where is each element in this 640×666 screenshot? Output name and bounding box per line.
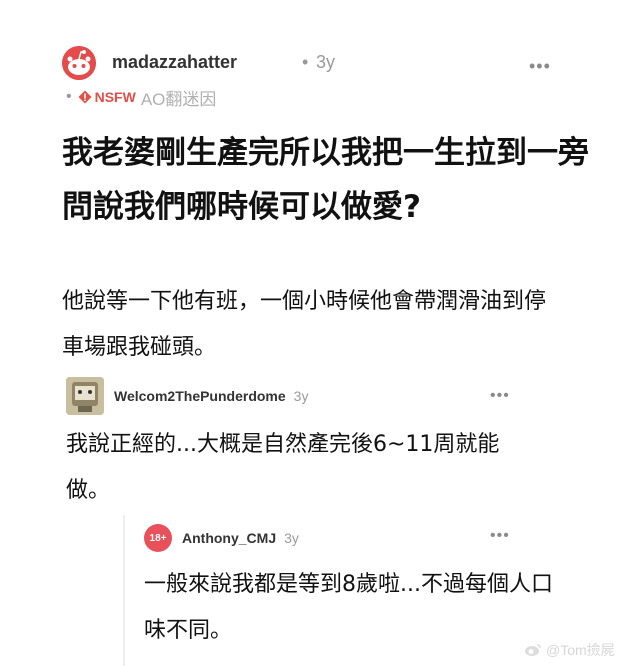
separator-dot: • xyxy=(302,52,309,72)
comment-body-1: 我說正經的...大概是自然產完後6~11周就能做。 xyxy=(66,432,500,503)
post-body-text: 他說等一下他有班，一個小時候他會帶潤滑油到停車場跟我碰頭。 xyxy=(62,289,547,360)
reddit-snoo-icon xyxy=(62,46,96,80)
comment-timestamp: 3y xyxy=(293,388,309,404)
user-avatar-icon xyxy=(66,377,104,415)
post-title: 我老婆剛生產完所以我把一生拉到一旁問說我們哪時候可以做愛? xyxy=(62,135,589,225)
comment-timestamp: 3y xyxy=(284,530,299,546)
watermark-text: @Tom撿屍 xyxy=(546,642,615,658)
op-avatar[interactable] xyxy=(62,46,96,80)
watermark: @Tom撿屍 xyxy=(524,640,615,660)
comment-more-options-icon[interactable]: ••• xyxy=(490,387,510,405)
post-header: madazzahatter • 3y ••• • NSFW AO翻迷因 xyxy=(62,42,582,112)
comment-body-2: 一般來說我都是等到8歲啦...不過每個人口味不同。 xyxy=(144,572,553,643)
nsfw-badge: NSFW xyxy=(94,89,136,105)
op-username[interactable]: madazzahatter xyxy=(112,52,237,73)
comment-header-2: 18+ Anthony_CMJ 3y xyxy=(144,520,299,556)
post-flair[interactable]: AO翻迷因 xyxy=(141,85,217,110)
comment-username[interactable]: Anthony_CMJ xyxy=(182,530,276,546)
comment-header-1: Welcom2ThePunderdome 3y xyxy=(66,377,309,415)
thread-indent-line[interactable] xyxy=(123,515,125,666)
comment-more-options-icon[interactable]: ••• xyxy=(490,527,510,545)
post-flair-row: • NSFW AO翻迷因 xyxy=(62,85,217,110)
weibo-icon xyxy=(525,644,541,656)
comment-avatar-18plus[interactable]: 18+ xyxy=(144,524,172,552)
op-timestamp: 3y xyxy=(316,52,336,72)
post-more-options-icon[interactable]: ••• xyxy=(529,56,551,77)
flair-dot: • xyxy=(66,88,72,105)
nsfw-icon xyxy=(78,90,92,104)
comment-avatar[interactable] xyxy=(66,377,104,415)
comment-username[interactable]: Welcom2ThePunderdome xyxy=(114,388,286,404)
